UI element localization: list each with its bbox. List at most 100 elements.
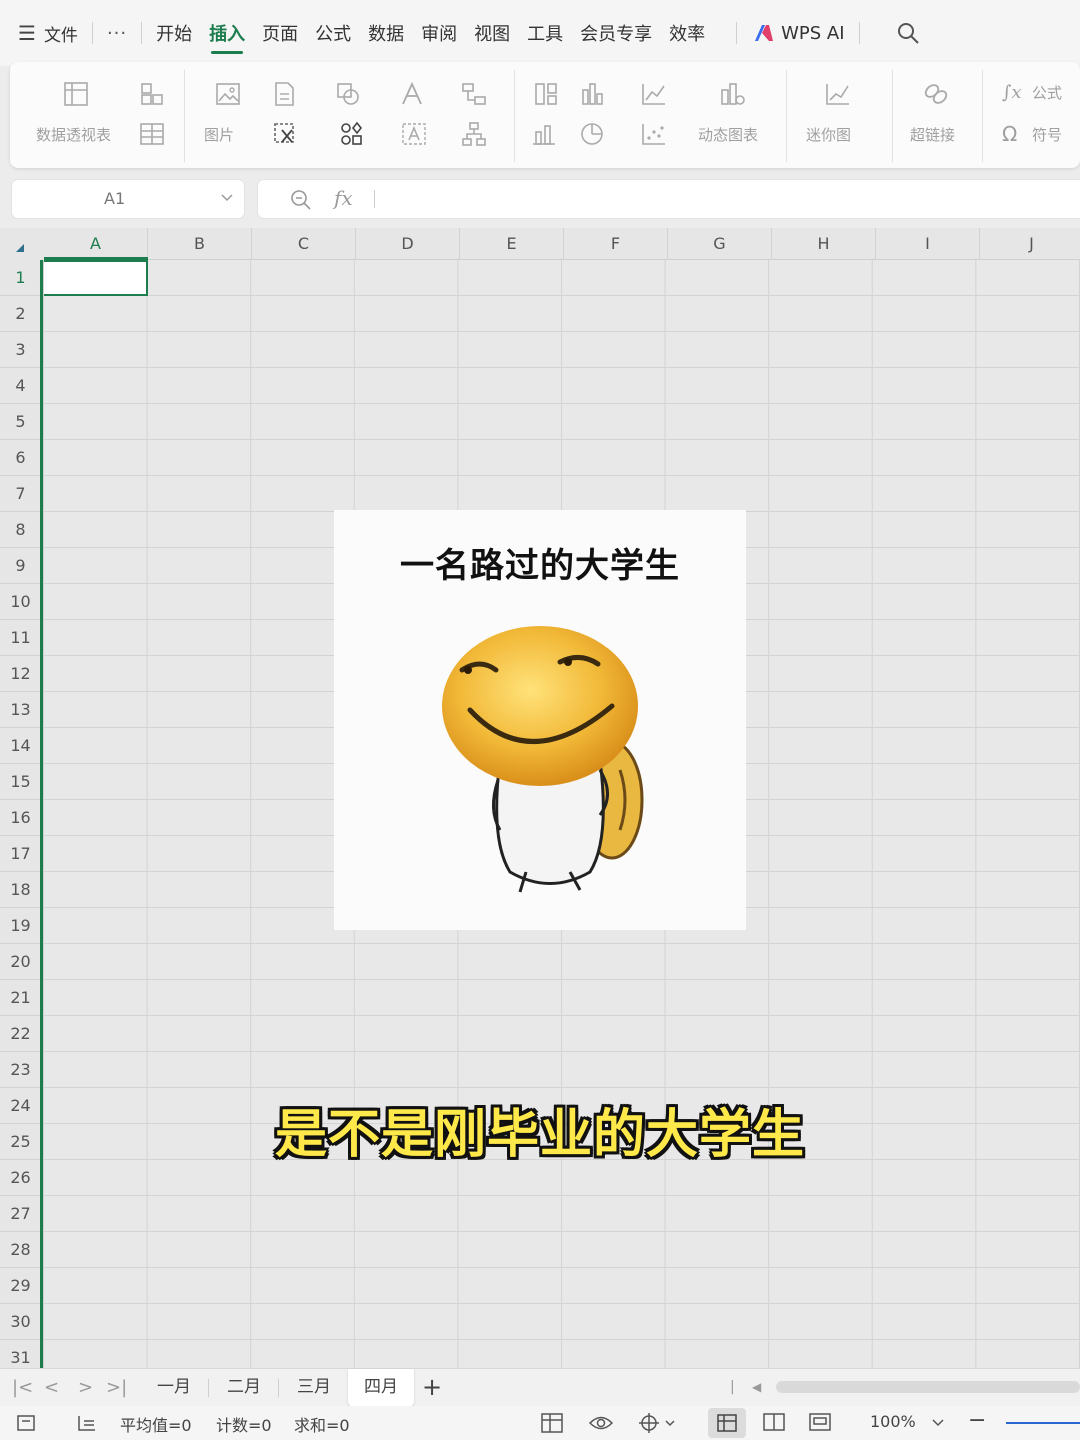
row-header-14[interactable]: 14 — [0, 728, 41, 764]
more-menu-button[interactable]: ··· — [107, 23, 127, 44]
wordart-icon[interactable] — [398, 80, 426, 108]
sheet-tab-february[interactable]: 二月 — [212, 1369, 276, 1407]
pie-chart-icon[interactable] — [578, 120, 606, 148]
tab-review[interactable]: 审阅 — [421, 0, 457, 66]
row-header-7[interactable]: 7 — [0, 476, 41, 512]
row-header-13[interactable]: 13 — [0, 692, 41, 728]
column-chart-icon[interactable] — [530, 120, 558, 148]
column-header-i[interactable]: I — [876, 228, 980, 260]
active-cell-a1[interactable] — [44, 260, 148, 296]
pivot-table-icon[interactable] — [62, 80, 90, 108]
next-sheet-icon[interactable]: > — [78, 1377, 93, 1398]
scatter-chart-icon[interactable] — [640, 120, 668, 148]
tab-insert[interactable]: 插入 — [209, 0, 245, 66]
row-header-15[interactable]: 15 — [0, 764, 41, 800]
tab-formulas[interactable]: 公式 — [315, 0, 351, 66]
crosshair-dropdown-icon[interactable] — [638, 1412, 678, 1434]
column-header-f[interactable]: F — [564, 228, 668, 260]
column-header-e[interactable]: E — [460, 228, 564, 260]
row-header-28[interactable]: 28 — [0, 1232, 41, 1268]
bar-chart-icon[interactable] — [578, 80, 606, 108]
eye-protection-icon[interactable] — [588, 1412, 614, 1434]
fx-label[interactable]: fx — [334, 186, 353, 210]
tab-data[interactable]: 数据 — [368, 0, 404, 66]
tab-efficiency[interactable]: 效率 — [669, 0, 705, 66]
name-box[interactable]: A1 — [12, 180, 244, 218]
sheet-tab-april[interactable]: 四月 — [348, 1369, 414, 1407]
column-header-b[interactable]: B — [148, 228, 252, 260]
column-header-h[interactable]: H — [772, 228, 876, 260]
table-style-icon[interactable] — [540, 1412, 566, 1434]
smartart-icon[interactable] — [460, 80, 488, 108]
meme-image[interactable]: 一名路过的大学生 — [334, 510, 746, 930]
row-header-30[interactable]: 30 — [0, 1304, 41, 1340]
line-chart-icon[interactable] — [640, 80, 668, 108]
first-sheet-icon[interactable]: |< — [12, 1377, 33, 1398]
prev-sheet-icon[interactable]: < — [44, 1377, 59, 1398]
pivot-table-label[interactable]: 数据透视表 — [36, 124, 111, 145]
zoom-level[interactable]: 100% — [870, 1412, 916, 1431]
row-header-8[interactable]: 8 — [0, 512, 41, 548]
scroll-left-icon[interactable]: ◀ — [752, 1380, 761, 1394]
row-header-11[interactable]: 11 — [0, 620, 41, 656]
wps-ai-button[interactable]: WPS AI — [753, 23, 845, 44]
macro-icon[interactable] — [16, 1413, 38, 1433]
row-header-16[interactable]: 16 — [0, 800, 41, 836]
dynamic-chart-label[interactable]: 动态图表 — [698, 124, 758, 145]
row-header-6[interactable]: 6 — [0, 440, 41, 476]
last-sheet-icon[interactable]: >| — [106, 1377, 127, 1398]
picture-icon[interactable] — [214, 80, 242, 108]
row-header-29[interactable]: 29 — [0, 1268, 41, 1304]
screenshot-icon[interactable] — [272, 120, 300, 148]
row-header-2[interactable]: 2 — [0, 296, 41, 332]
column-header-c[interactable]: C — [252, 228, 356, 260]
symbol-icon[interactable]: Ω — [1002, 122, 1017, 146]
formula-label[interactable]: 公式 — [1032, 82, 1062, 103]
row-header-9[interactable]: 9 — [0, 548, 41, 584]
row-header-19[interactable]: 19 — [0, 908, 41, 944]
row-header-20[interactable]: 20 — [0, 944, 41, 980]
row-header-12[interactable]: 12 — [0, 656, 41, 692]
add-sheet-button[interactable]: + — [422, 1373, 442, 1401]
horizontal-scrollbar[interactable] — [776, 1381, 1080, 1393]
chart-recommend-icon[interactable] — [532, 80, 560, 108]
row-header-31[interactable]: 31 — [0, 1340, 41, 1368]
row-header-10[interactable]: 10 — [0, 584, 41, 620]
formula-icon[interactable]: ∫x — [1002, 82, 1022, 103]
pivot-chart-icon[interactable] — [138, 80, 166, 108]
column-header-g[interactable]: G — [668, 228, 772, 260]
select-all-corner[interactable] — [0, 228, 44, 260]
file-menu[interactable]: ☰ 文件 — [18, 21, 78, 46]
column-header-a[interactable]: A — [44, 228, 148, 260]
table-icon[interactable] — [138, 120, 166, 148]
chevron-down-icon[interactable] — [220, 190, 234, 204]
zoom-out-button[interactable]: − — [968, 1408, 986, 1433]
row-header-1[interactable]: 1 — [0, 260, 41, 296]
symbol-label[interactable]: 符号 — [1032, 124, 1062, 145]
page-break-view-icon[interactable] — [762, 1412, 786, 1432]
row-header-23[interactable]: 23 — [0, 1052, 41, 1088]
dynamic-chart-icon[interactable] — [718, 80, 746, 108]
page-layout-view-icon[interactable] — [808, 1412, 832, 1432]
search-icon[interactable] — [896, 21, 920, 45]
sheet-tab-march[interactable]: 三月 — [282, 1369, 346, 1407]
tab-home[interactable]: 开始 — [156, 0, 192, 66]
normal-view-button[interactable] — [708, 1408, 746, 1438]
tab-tools[interactable]: 工具 — [527, 0, 563, 66]
flowchart-icon[interactable] — [460, 120, 488, 148]
sheet-tab-january[interactable]: 一月 — [142, 1369, 206, 1407]
hyperlink-label[interactable]: 超链接 — [910, 124, 955, 145]
row-header-3[interactable]: 3 — [0, 332, 41, 368]
column-header-j[interactable]: J — [980, 228, 1080, 260]
row-header-22[interactable]: 22 — [0, 1016, 41, 1052]
row-header-27[interactable]: 27 — [0, 1196, 41, 1232]
tab-member[interactable]: 会员专享 — [580, 0, 652, 66]
document-icon[interactable] — [270, 80, 298, 108]
zoom-search-icon[interactable] — [290, 189, 312, 211]
textbox-icon[interactable] — [400, 120, 428, 148]
formula-bar[interactable]: fx — [258, 180, 1080, 218]
row-header-5[interactable]: 5 — [0, 404, 41, 440]
row-header-21[interactable]: 21 — [0, 980, 41, 1016]
zoom-slider[interactable] — [1006, 1422, 1080, 1424]
sparkline-icon[interactable] — [824, 80, 852, 108]
